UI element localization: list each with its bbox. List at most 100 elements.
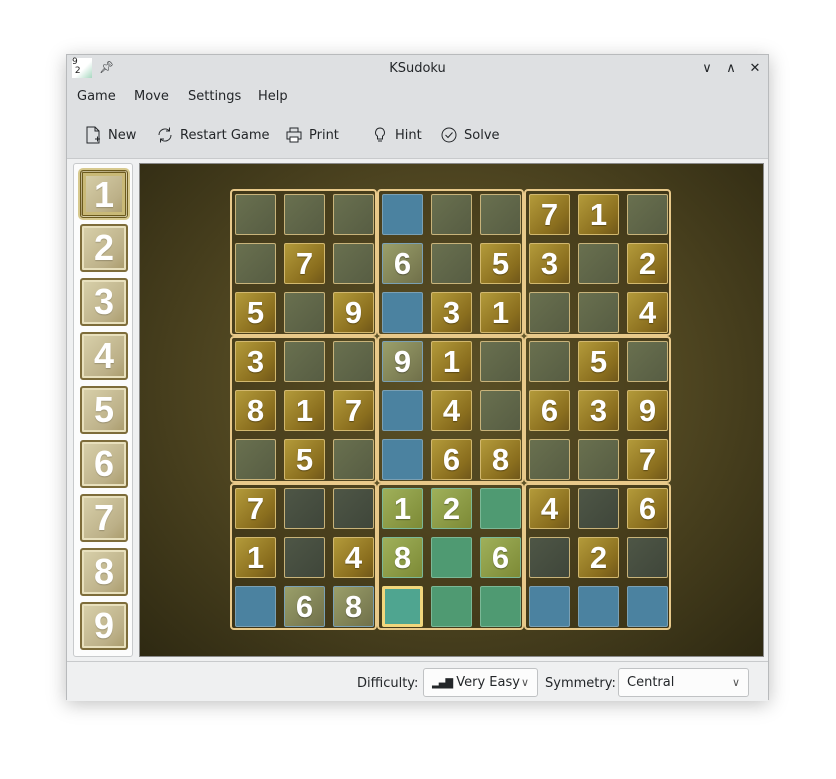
sudoku-cell[interactable] — [529, 439, 570, 480]
sudoku-cell[interactable]: 3 — [578, 390, 619, 431]
print-button[interactable]: Print — [285, 125, 339, 145]
sudoku-cell[interactable] — [578, 586, 619, 627]
sudoku-cell[interactable]: 1 — [382, 488, 423, 529]
sudoku-cell[interactable] — [235, 586, 276, 627]
sudoku-cell[interactable] — [480, 194, 521, 235]
minimize-button[interactable]: ∨ — [697, 59, 717, 79]
difficulty-select[interactable]: ▂▄▇ Very Easy ∨ — [423, 668, 538, 697]
sudoku-cell[interactable]: 9 — [627, 390, 668, 431]
sudoku-cell[interactable]: 8 — [382, 537, 423, 578]
menu-help[interactable]: Help — [258, 89, 288, 104]
sudoku-cell[interactable] — [480, 586, 521, 627]
palette-symbol-2[interactable]: 2 — [80, 224, 128, 272]
palette-symbol-7[interactable]: 7 — [80, 494, 128, 542]
sudoku-cell[interactable] — [431, 194, 472, 235]
sudoku-cell[interactable]: 4 — [627, 292, 668, 333]
sudoku-cell[interactable]: 3 — [431, 292, 472, 333]
sudoku-cell[interactable]: 5 — [578, 341, 619, 382]
sudoku-cell[interactable] — [431, 243, 472, 284]
sudoku-cell[interactable]: 7 — [284, 243, 325, 284]
sudoku-cell[interactable]: 7 — [529, 194, 570, 235]
sudoku-cell[interactable] — [529, 341, 570, 382]
sudoku-cell[interactable]: 9 — [333, 292, 374, 333]
sudoku-cell[interactable] — [529, 537, 570, 578]
sudoku-cell[interactable] — [382, 390, 423, 431]
maximize-button[interactable]: ∧ — [721, 59, 741, 79]
sudoku-cell[interactable] — [382, 292, 423, 333]
sudoku-cell[interactable] — [382, 586, 423, 627]
sudoku-cell[interactable] — [284, 341, 325, 382]
sudoku-cell[interactable]: 4 — [529, 488, 570, 529]
sudoku-cell[interactable] — [480, 390, 521, 431]
symmetry-select[interactable]: Central ∨ — [618, 668, 749, 697]
close-button[interactable]: ✕ — [745, 59, 765, 79]
hint-button[interactable]: Hint — [371, 125, 422, 145]
sudoku-cell[interactable]: 3 — [529, 243, 570, 284]
sudoku-cell[interactable] — [431, 537, 472, 578]
palette-symbol-4[interactable]: 4 — [80, 332, 128, 380]
sudoku-cell[interactable] — [578, 488, 619, 529]
sudoku-cell[interactable] — [284, 194, 325, 235]
sudoku-cell[interactable] — [235, 243, 276, 284]
sudoku-cell[interactable]: 1 — [235, 537, 276, 578]
sudoku-cell[interactable] — [333, 243, 374, 284]
sudoku-cell[interactable]: 1 — [431, 341, 472, 382]
sudoku-cell[interactable]: 6 — [529, 390, 570, 431]
sudoku-cell[interactable]: 9 — [382, 341, 423, 382]
palette-symbol-5[interactable]: 5 — [80, 386, 128, 434]
sudoku-cell[interactable]: 1 — [284, 390, 325, 431]
restart-game-button[interactable]: Restart Game — [156, 125, 270, 145]
palette-symbol-8[interactable]: 8 — [80, 548, 128, 596]
sudoku-cell[interactable] — [333, 341, 374, 382]
palette-symbol-6[interactable]: 6 — [80, 440, 128, 488]
sudoku-cell[interactable]: 5 — [480, 243, 521, 284]
sudoku-cell[interactable] — [333, 194, 374, 235]
sudoku-cell[interactable]: 5 — [235, 292, 276, 333]
sudoku-cell[interactable]: 6 — [480, 537, 521, 578]
sudoku-cell[interactable]: 7 — [333, 390, 374, 431]
palette-symbol-1[interactable]: 1 — [80, 170, 128, 218]
sudoku-cell[interactable] — [235, 194, 276, 235]
sudoku-cell[interactable] — [480, 341, 521, 382]
sudoku-cell[interactable]: 6 — [431, 439, 472, 480]
sudoku-cell[interactable] — [578, 243, 619, 284]
sudoku-cell[interactable] — [333, 488, 374, 529]
sudoku-cell[interactable]: 1 — [480, 292, 521, 333]
sudoku-cell[interactable] — [284, 292, 325, 333]
sudoku-cell[interactable] — [284, 537, 325, 578]
sudoku-cell[interactable]: 7 — [627, 439, 668, 480]
palette-symbol-3[interactable]: 3 — [80, 278, 128, 326]
sudoku-cell[interactable]: 8 — [480, 439, 521, 480]
menu-settings[interactable]: Settings — [188, 89, 241, 104]
sudoku-cell[interactable] — [529, 292, 570, 333]
sudoku-cell[interactable]: 7 — [235, 488, 276, 529]
sudoku-cell[interactable] — [480, 488, 521, 529]
sudoku-cell[interactable] — [578, 439, 619, 480]
sudoku-cell[interactable]: 8 — [235, 390, 276, 431]
sudoku-cell[interactable] — [235, 439, 276, 480]
sudoku-cell[interactable]: 3 — [235, 341, 276, 382]
palette-symbol-9[interactable]: 9 — [80, 602, 128, 650]
solve-button[interactable]: Solve — [440, 125, 500, 145]
sudoku-cell[interactable] — [627, 586, 668, 627]
sudoku-cell[interactable] — [578, 292, 619, 333]
menu-game[interactable]: Game — [77, 89, 116, 104]
sudoku-cell[interactable]: 2 — [578, 537, 619, 578]
sudoku-cell[interactable]: 4 — [333, 537, 374, 578]
sudoku-cell[interactable] — [529, 586, 570, 627]
sudoku-cell[interactable]: 6 — [284, 586, 325, 627]
sudoku-cell[interactable]: 4 — [431, 390, 472, 431]
sudoku-cell[interactable] — [431, 586, 472, 627]
sudoku-cell[interactable]: 2 — [431, 488, 472, 529]
sudoku-cell[interactable]: 2 — [627, 243, 668, 284]
menu-move[interactable]: Move — [134, 89, 169, 104]
sudoku-cell[interactable]: 8 — [333, 586, 374, 627]
sudoku-cell[interactable] — [382, 439, 423, 480]
sudoku-cell[interactable] — [627, 341, 668, 382]
sudoku-cell[interactable]: 6 — [382, 243, 423, 284]
sudoku-cell[interactable] — [284, 488, 325, 529]
sudoku-cell[interactable]: 6 — [627, 488, 668, 529]
sudoku-cell[interactable] — [627, 537, 668, 578]
sudoku-cell[interactable]: 1 — [578, 194, 619, 235]
sudoku-cell[interactable]: 5 — [284, 439, 325, 480]
